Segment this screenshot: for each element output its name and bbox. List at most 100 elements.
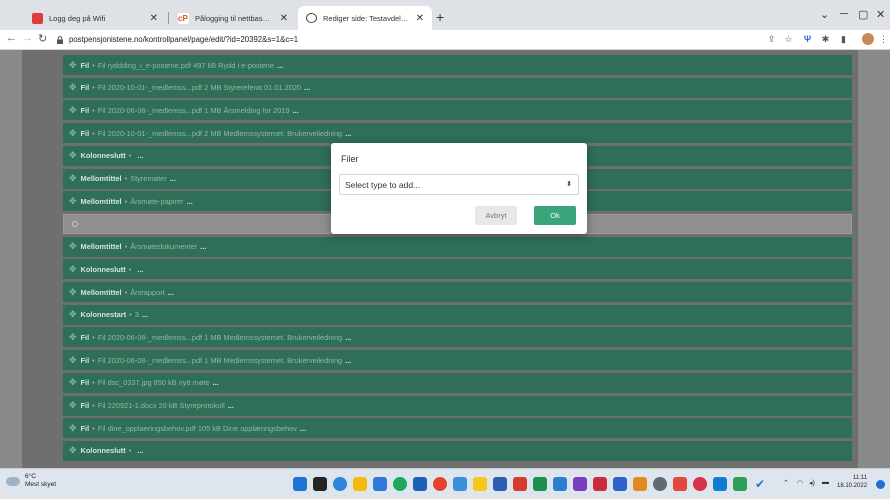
drag-handle-icon[interactable]: ✥ [69, 332, 77, 343]
close-tab-icon[interactable]: ✕ [280, 13, 288, 24]
settings-gear-icon[interactable] [653, 477, 667, 491]
word-icon[interactable] [493, 477, 507, 491]
content-block-row[interactable]: ✥ Fil • Fil dsc_0337.jpg 850 kB nytt møte..… [63, 372, 852, 393]
forward-arrow-icon[interactable]: → [22, 32, 33, 44]
drag-handle-icon[interactable]: ✥ [69, 400, 77, 411]
battery-icon[interactable]: ▬ [822, 479, 829, 486]
content-block-row[interactable]: ✥ Kolonneslutt •... [63, 440, 852, 461]
new-tab-button[interactable]: + [436, 9, 444, 25]
drag-handle-icon[interactable]: ✥ [69, 445, 77, 456]
sticky-notes-icon[interactable] [473, 477, 487, 491]
profile-avatar[interactable] [862, 33, 874, 45]
tray-overflow-chevron-icon[interactable]: ⌃ [783, 479, 789, 487]
tab-search-chevron-icon[interactable]: ⌄ [820, 8, 829, 21]
powerpoint-icon[interactable] [513, 477, 527, 491]
drag-handle-icon[interactable]: ✥ [69, 264, 77, 275]
extension-icon[interactable]: Ψ [802, 34, 813, 45]
bullet-separator: • [92, 332, 95, 342]
drag-handle-icon[interactable]: ✥ [69, 173, 77, 184]
drag-handle-icon[interactable]: ✥ [69, 150, 77, 161]
extensions-puzzle-icon[interactable]: ✱ [820, 34, 831, 45]
content-block-row[interactable]: ✥ Fil • Fil 2020-10-01-_medlemss...pdf 2 MB… [63, 77, 852, 98]
content-block-row[interactable]: ✥ Fil • Fil 220921-1.docx 20 kB Styreprotok… [63, 395, 852, 416]
tab-webmail-login[interactable]: cP Pålogging til nettbasert e-post ✕ [170, 6, 296, 30]
store-icon[interactable] [373, 477, 387, 491]
anydesk-icon[interactable] [673, 477, 687, 491]
media-player-icon[interactable] [693, 477, 707, 491]
drag-handle-icon[interactable]: ✥ [69, 60, 77, 71]
drag-handle-icon[interactable]: ✥ [69, 309, 77, 320]
side-panel-icon[interactable]: ▮ [838, 34, 849, 45]
tab-edit-page[interactable]: Rediger side: Testavdeling • posti ✕ [298, 6, 432, 30]
drag-handle-icon[interactable]: ✥ [69, 287, 77, 298]
content-block-row[interactable]: ✥ Fil • Fil 2020-10-01-_medlemss...pdf 2 MB… [63, 123, 852, 144]
weather-widget[interactable]: 6°C Mest skyet [6, 473, 56, 489]
ok-button[interactable]: Ok [534, 206, 576, 225]
file-explorer-icon[interactable] [353, 477, 367, 491]
drag-handle-icon[interactable]: ✥ [69, 196, 77, 207]
block-ellipsis: ... [169, 174, 176, 183]
block-type: Fil [80, 355, 90, 365]
content-block-row[interactable]: ✥ Fil • Fil dine_opplaeringsbehov.pdf 105 k… [63, 418, 852, 439]
block-type: Fil [80, 60, 90, 70]
drag-handle-icon[interactable]: ✥ [69, 377, 77, 388]
content-block-row[interactable]: ✥ Fil • Fil ryddding_i_e-postene.pdf 497 kB… [63, 55, 852, 75]
mail-icon[interactable] [413, 477, 427, 491]
bookmark-star-icon[interactable]: ☆ [783, 34, 794, 45]
minimize-icon[interactable]: ─ [840, 8, 848, 20]
block-detail: Fil 220921-1.docx 20 kB Styreprotokoll [97, 401, 225, 410]
bullet-separator: • [124, 196, 128, 206]
edge-icon[interactable] [393, 477, 407, 491]
chrome-icon[interactable] [433, 477, 447, 491]
share-icon[interactable]: ⇪ [766, 34, 777, 45]
acrobat-icon[interactable] [593, 477, 607, 491]
checkmark-icon[interactable]: ✔ [753, 477, 767, 491]
volume-icon[interactable]: ◂) [809, 479, 815, 487]
tab-wifi-login[interactable]: Logg deg på Wifi ✕ [24, 6, 166, 30]
teams-icon[interactable] [613, 477, 627, 491]
onenote-icon[interactable] [573, 477, 587, 491]
content-block-row[interactable]: ✥ Fil • Fil 2020-06-08-_medlemss...pdf 1 MB… [63, 100, 852, 121]
drag-handle-icon[interactable]: ✥ [69, 241, 77, 252]
block-type: Fil [80, 128, 90, 138]
close-tab-icon[interactable]: ✕ [150, 13, 158, 24]
start-icon[interactable] [293, 477, 307, 491]
photos-icon[interactable] [453, 477, 467, 491]
browser-menu-icon[interactable]: ⋮ [878, 34, 889, 45]
notification-icon[interactable] [876, 480, 885, 489]
block-ellipsis: ... [345, 355, 352, 365]
back-arrow-icon[interactable]: ← [6, 32, 17, 44]
drag-handle-icon[interactable]: ✥ [69, 128, 77, 139]
maximize-icon[interactable]: ▢ [858, 8, 868, 21]
sheets-icon[interactable] [733, 477, 747, 491]
drag-handle-icon[interactable]: ✥ [69, 105, 77, 116]
close-window-icon[interactable]: ✕ [876, 8, 885, 21]
content-block-row[interactable]: ✥ Kolonnestart • 3... [63, 304, 852, 325]
taskbar-clock[interactable]: 11:11 18.10.2022 [837, 474, 867, 490]
content-block-row[interactable]: ✥ Mellomtittel • Årsrapport... [63, 282, 852, 302]
lock-icon [57, 35, 63, 44]
wifi-icon[interactable]: ◠ [797, 479, 803, 487]
content-block-row[interactable]: ✥ Fil • Fil 2020-06-08-_medlemss...pdf 1 MB… [63, 327, 852, 348]
excel-icon[interactable] [533, 477, 547, 491]
address-bar[interactable]: postpensjonistene.no/kontrollpanel/page/… [56, 31, 746, 48]
drag-handle-icon[interactable]: ✥ [69, 423, 77, 434]
outlook-icon[interactable] [553, 477, 567, 491]
content-block-row[interactable]: ✥ Fil • Fil 2020-06-08-_medlemss...pdf 1 MB… [63, 350, 852, 371]
content-block-row[interactable]: ✥ Kolonneslutt •... [63, 259, 852, 280]
drag-handle-icon[interactable]: ✥ [69, 355, 77, 366]
bullet-separator: • [92, 105, 95, 115]
close-tab-icon[interactable]: ✕ [416, 13, 424, 24]
tab-title: Pålogging til nettbasert e-post [195, 13, 274, 23]
reload-icon[interactable]: ↻ [38, 32, 47, 45]
remote-desktop-icon[interactable] [713, 477, 727, 491]
block-ellipsis: ... [292, 105, 299, 115]
type-select[interactable]: Select type to add... ⬍ [339, 174, 579, 195]
block-detail: Styremøter [130, 174, 167, 183]
content-block-row[interactable]: ✥ Mellomtittel • Årsmøtedokumenter... [63, 236, 852, 257]
drag-handle-icon[interactable]: ✥ [69, 82, 77, 93]
search-icon[interactable] [333, 477, 347, 491]
task-view-icon[interactable] [313, 477, 327, 491]
paint-icon[interactable] [633, 477, 647, 491]
cancel-button[interactable]: Avbryt [475, 206, 517, 225]
